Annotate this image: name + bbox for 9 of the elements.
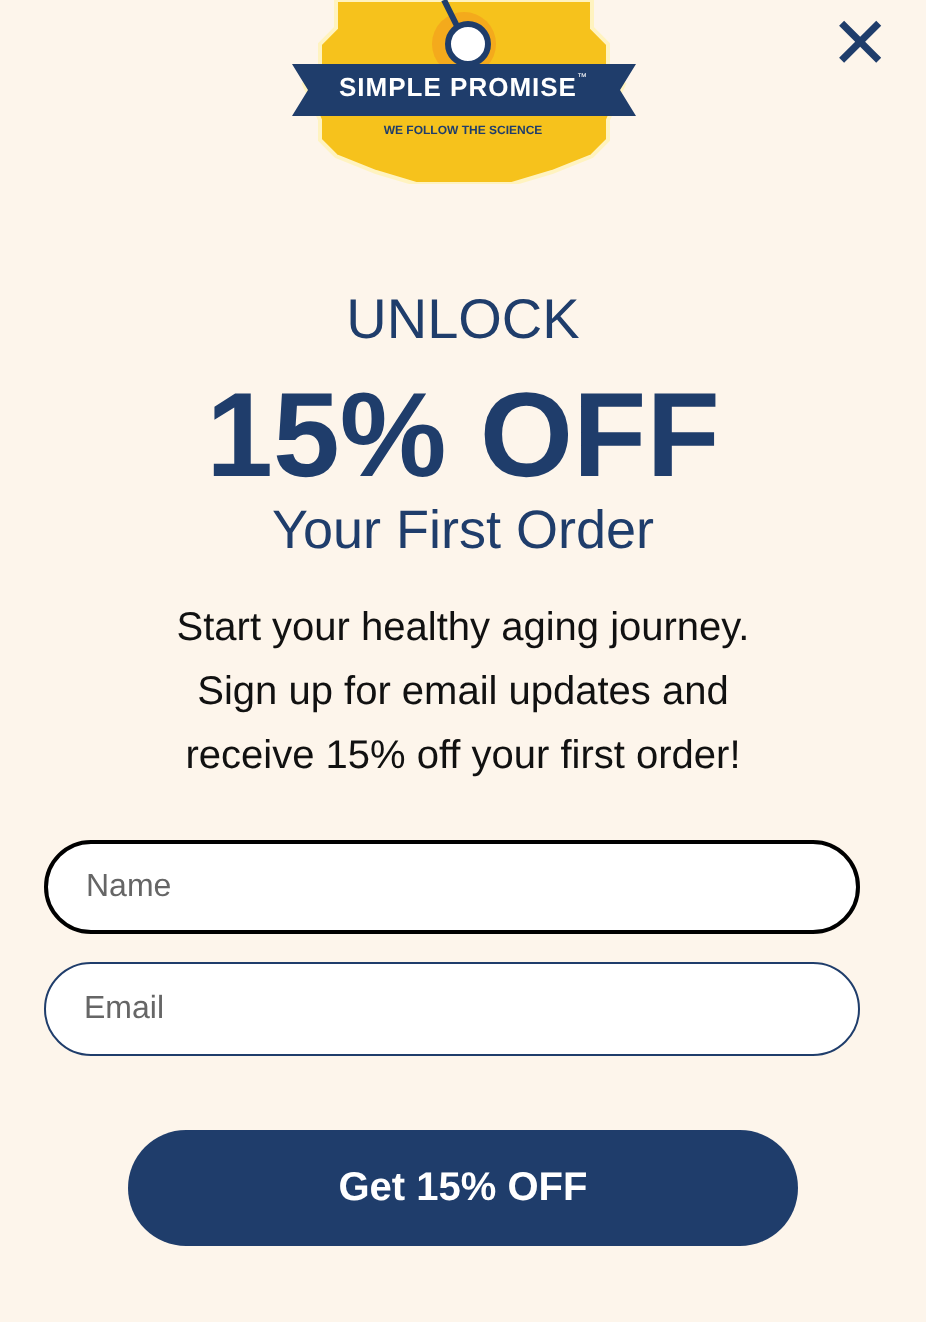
message-line: receive 15% off your first order! [185,732,741,782]
brand-name: SIMPLE PROMISE [339,72,577,104]
text-field[interactable]: Email [44,962,860,1056]
unlock-heading: UNLOCK [346,286,580,354]
text-field[interactable]: Name [44,840,860,934]
message-line: Start your healthy aging journey. [176,604,750,654]
close-button[interactable]: ✕ [830,8,890,80]
submit-button[interactable]: Get 15% OFF [128,1130,798,1246]
message-line: Sign up for email updates and [197,668,729,718]
